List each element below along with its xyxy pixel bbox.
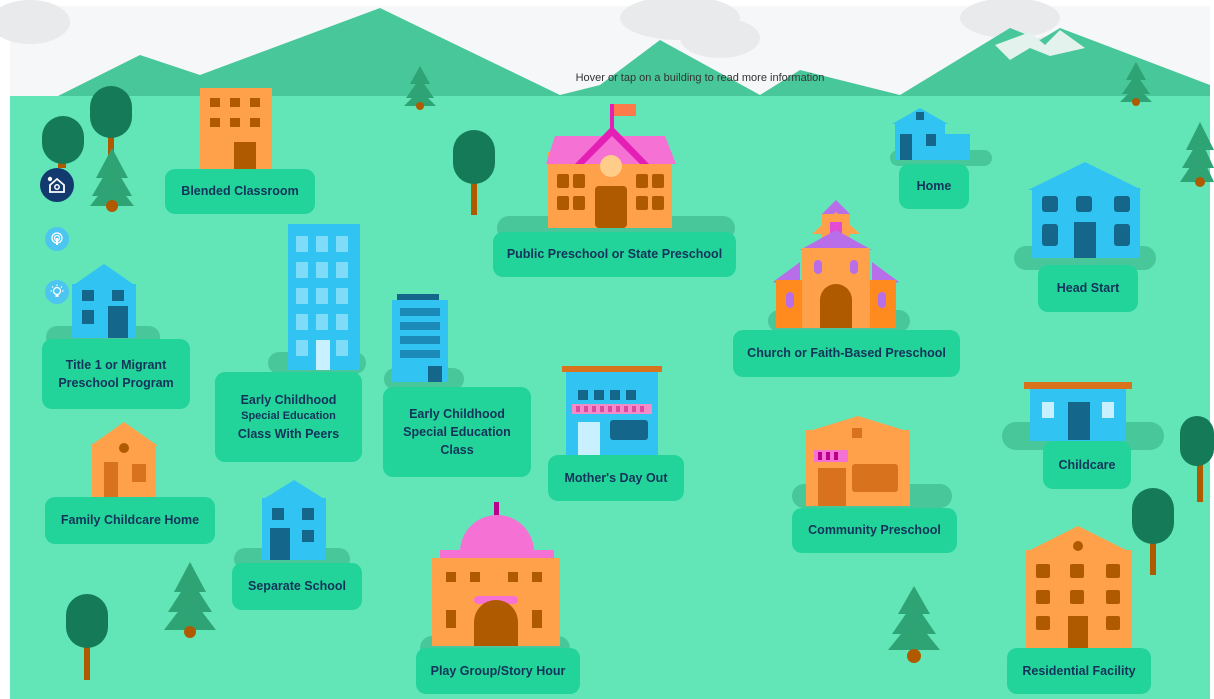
- label-ecse-line3: Class: [440, 443, 474, 458]
- label-home[interactable]: Home: [899, 164, 969, 209]
- podcast-icon: [51, 232, 63, 245]
- label-ecse-line1: Early Childhood: [409, 406, 505, 421]
- home-building-icon[interactable]: [890, 108, 992, 166]
- label-ecse-class[interactable]: Early Childhood Special Education Class: [383, 387, 531, 477]
- family-childcare-building-icon[interactable]: [90, 422, 158, 498]
- childcare-building-icon[interactable]: [1002, 382, 1164, 450]
- church-building-icon[interactable]: [768, 200, 910, 332]
- lightbulb-icon: [50, 284, 64, 297]
- label-ecse-peers-line3: Class With Peers: [237, 426, 340, 441]
- label-ecse-peers-line2: Special Education: [241, 410, 336, 423]
- play-group-building-icon[interactable]: [420, 502, 570, 660]
- label-residential-facility[interactable]: Residential Facility: [1007, 648, 1151, 694]
- blended-classroom-building-icon[interactable]: [200, 88, 272, 170]
- title1-building-icon[interactable]: [46, 264, 160, 348]
- label-title1-migrant[interactable]: Title 1 or Migrant Preschool Program: [42, 339, 190, 409]
- label-church-preschool[interactable]: Church or Faith-Based Preschool: [733, 330, 960, 377]
- label-ecse-peers-line1: Early Childhood: [240, 392, 337, 407]
- community-preschool-building-icon[interactable]: [792, 416, 952, 508]
- label-public-preschool[interactable]: Public Preschool or State Preschool: [493, 232, 736, 277]
- separate-school-building-icon[interactable]: [234, 480, 350, 570]
- audio-button[interactable]: [45, 227, 69, 251]
- label-community-preschool[interactable]: Community Preschool: [792, 508, 957, 553]
- public-preschool-building-icon[interactable]: [497, 104, 735, 240]
- label-mothers-day-out[interactable]: Mother's Day Out: [548, 455, 684, 501]
- label-ecse-with-peers[interactable]: Early Childhood Special Education Class …: [215, 372, 362, 462]
- head-start-building-icon[interactable]: [1014, 162, 1156, 270]
- ecse-peers-building-icon[interactable]: [268, 224, 366, 374]
- ecse-building-icon[interactable]: [384, 294, 464, 390]
- label-play-group[interactable]: Play Group/Story Hour: [416, 648, 580, 694]
- label-ecse-line2: Special Education: [403, 424, 511, 439]
- mothers-day-out-building-icon[interactable]: [562, 366, 662, 456]
- label-title1-line1: Title 1 or Migrant: [65, 357, 167, 372]
- label-childcare[interactable]: Childcare: [1043, 441, 1131, 489]
- tips-button[interactable]: [45, 280, 69, 304]
- instruction-text: Hover or tap on a building to read more …: [575, 72, 825, 84]
- label-family-childcare-home[interactable]: Family Childcare Home: [45, 497, 215, 544]
- residential-facility-building-icon[interactable]: [1026, 526, 1132, 650]
- label-separate-school[interactable]: Separate School: [232, 563, 362, 610]
- label-head-start[interactable]: Head Start: [1038, 265, 1138, 312]
- label-blended-classroom[interactable]: Blended Classroom: [165, 169, 315, 214]
- house-gear-icon: [47, 176, 65, 193]
- map-scene: Hover or tap on a building to read more …: [0, 0, 1214, 699]
- label-title1-line2: Preschool Program: [58, 376, 174, 390]
- accessibility-settings-button[interactable]: [40, 168, 74, 202]
